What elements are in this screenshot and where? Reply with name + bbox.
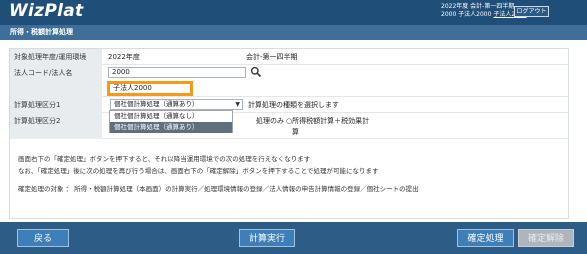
dropdown-option[interactable]: 個社個計算処理（通算なし）: [110, 111, 232, 122]
row-calc-type1: 計算処理区分1 個社個計算処理（通算あり） ▼ 計算処理の種類を選択します: [10, 97, 568, 113]
cancel-confirm-button: 確定解除: [518, 229, 574, 247]
form-panel: 対象処理年度/運用環境 2022年度 会計-第一四半期 法人コード/法人名 20…: [9, 48, 569, 219]
back-button[interactable]: 戻る: [17, 229, 69, 247]
dropdown-option-selected[interactable]: 個社個計算処理（通算あり）: [110, 122, 232, 133]
search-icon[interactable]: [250, 66, 262, 78]
corp-name-field: 子法人2000: [107, 81, 193, 96]
corp-code-input[interactable]: 2000: [108, 67, 246, 78]
corp-code-name: 2000 子法人2000: [441, 11, 492, 18]
label-corp: 法人コード/法人名: [10, 65, 102, 97]
footer-bar: 戻る 計算実行 確定処理 確定解除: [0, 222, 587, 254]
environment-value: 会計-第一四半期: [246, 53, 298, 61]
page-title: 所得・税額計算処理: [0, 25, 587, 40]
calc-type1-select[interactable]: 個社個計算処理（通算あり） ▼: [110, 99, 243, 110]
logout-button[interactable]: ログアウト: [514, 6, 549, 17]
radio-option1-label[interactable]: 処理のみ: [256, 113, 284, 129]
calc-type1-dropdown: 個社個計算処理（通算なし） 個社個計算処理（通算あり）: [109, 110, 233, 133]
calc-type1-hint: 計算処理の種類を選択します: [248, 101, 339, 109]
calc-type1-selected: 個社個計算処理（通算あり）: [114, 100, 199, 108]
confirm-button[interactable]: 確定処理: [457, 229, 514, 247]
label-fiscal-year: 対象処理年度/運用環境: [10, 49, 102, 65]
calculate-button[interactable]: 計算実行: [239, 229, 295, 247]
row-corp: 法人コード/法人名 2000: [10, 65, 568, 97]
app-logo: WizPlat: [9, 1, 84, 21]
radio-option2-label-cont: 算: [292, 128, 299, 136]
label-calc-type2: 計算処理区分2: [10, 113, 102, 139]
fiscal-year-value: 2022年度: [108, 53, 140, 61]
note-line-2: なお、「確定処理」後に次の処理を再び行う場合は、画面右下の「確定解除」ボタンを押…: [18, 167, 379, 175]
label-calc-type1: 計算処理区分1: [10, 97, 102, 113]
note-line-1: 画面右下の「確定処理」ボタンを押下すると、それ以降当運用環境での次の処理を行えな…: [18, 155, 311, 163]
row-calc-type2: 計算処理区分2 処理のみ ○所得税額計算＋税効果計 算: [10, 113, 568, 139]
top-header: WizPlat 2022年度 会計-第一四半期 2000 子法人2000 子法人…: [0, 0, 587, 25]
note-line-3: 確定処理の対象 ： 所得・税額計算処理（本画面）の計算実行／処理環境情報の登録／…: [18, 185, 419, 193]
row-fiscal-year: 対象処理年度/運用環境 2022年度 会計-第一四半期: [10, 49, 568, 65]
chevron-down-icon: ▼: [235, 101, 240, 108]
